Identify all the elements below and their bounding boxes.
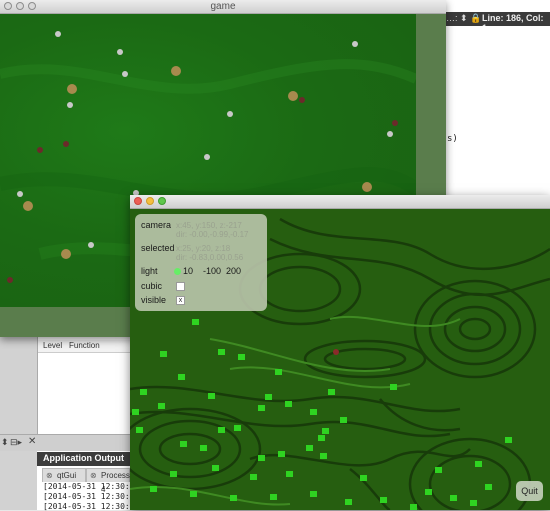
- cubic-label: cubic: [141, 281, 163, 291]
- split-view-icon[interactable]: ⊟▸: [10, 437, 22, 448]
- visible-checkbox[interactable]: x: [176, 296, 185, 305]
- selected-marker: [333, 349, 339, 355]
- minimize-button[interactable]: [146, 197, 154, 205]
- output-title-bar: Application Output: [37, 452, 130, 466]
- tab-qtgui-label: qtGui: [57, 471, 77, 480]
- camera-direction: dir: -0.00,-0.99,-0.17: [176, 230, 249, 239]
- tab-process[interactable]: ⊗ Process 4: [86, 468, 130, 494]
- light-indicator-icon: [174, 268, 181, 275]
- close-button[interactable]: [4, 2, 12, 10]
- selected-label: selected: [141, 243, 175, 253]
- tab-close-icon[interactable]: ⊗: [46, 469, 53, 483]
- visible-label: visible: [141, 295, 167, 305]
- zoom-button[interactable]: [28, 2, 36, 10]
- game-title-bar[interactable]: game: [0, 0, 446, 14]
- editor-toolbar: …: ⬍ 🔒 Line: 186, Col: 1: [440, 12, 550, 33]
- tab-qtgui[interactable]: ⊗ qtGui: [42, 468, 86, 482]
- info-panel: camera x:45, y:150, z:-217 dir: -0.00,-0…: [135, 214, 267, 311]
- zoom-button[interactable]: [158, 197, 166, 205]
- tab-close-icon[interactable]: ⊗: [90, 469, 97, 483]
- viewer-title-bar[interactable]: [130, 195, 550, 209]
- code-editor[interactable]: s): [440, 26, 550, 206]
- quit-button-label: Quit: [521, 486, 538, 496]
- light-values[interactable]: 10 -100 200: [183, 266, 241, 276]
- output-toolbar: ⬍ ⊟▸ ✕: [0, 434, 130, 451]
- output-title: Application Output: [43, 453, 124, 463]
- close-icon[interactable]: ✕: [28, 436, 36, 447]
- terrain-3d-view[interactable]: camera x:45, y:150, z:-217 dir: -0.00,-0…: [130, 209, 550, 510]
- selected-direction: dir: -0.83,0.00,0.56: [176, 253, 244, 262]
- col-function[interactable]: Function: [69, 341, 100, 350]
- code-fragment: s): [447, 134, 458, 144]
- quit-button[interactable]: Quit: [516, 481, 543, 501]
- lock-icon: 🔒: [470, 13, 482, 23]
- col-level[interactable]: Level: [43, 341, 62, 350]
- split-arrows-icon[interactable]: ⬍: [1, 437, 9, 448]
- minimize-button[interactable]: [16, 2, 24, 10]
- viewer-window[interactable]: camera x:45, y:150, z:-217 dir: -0.00,-0…: [130, 195, 550, 510]
- log-line: [2014-05-31 12:30:46: [43, 482, 140, 491]
- selected-position: x:25, y:20, z:18: [176, 244, 231, 253]
- cubic-checkbox[interactable]: [176, 282, 185, 291]
- camera-label: camera: [141, 220, 172, 230]
- game-window-title: game: [210, 1, 236, 12]
- editor-scope-arrow[interactable]: …: ⬍: [446, 13, 468, 24]
- debug-panel: Level Function: [37, 335, 131, 435]
- ide-side-pane: [0, 335, 37, 510]
- debug-header: Level Function: [38, 340, 131, 353]
- camera-position: x:45, y:150, z:-217: [176, 221, 242, 230]
- log-line: [2014-05-31 12:30:47: [43, 492, 140, 501]
- close-button[interactable]: [134, 197, 142, 205]
- light-label: light: [141, 266, 158, 276]
